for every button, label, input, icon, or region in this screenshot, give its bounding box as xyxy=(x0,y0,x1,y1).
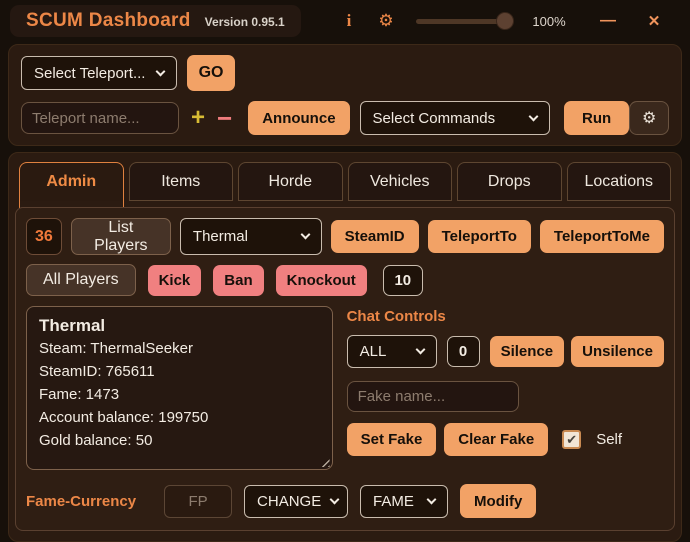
fame-type-value: FAME xyxy=(373,492,414,510)
admin-tab-content: 36 List Players Thermal SteamID Teleport… xyxy=(15,207,675,531)
commands-select-value: Select Commands xyxy=(372,109,496,127)
version-label: Version 0.95.1 xyxy=(204,15,285,29)
all-players-button[interactable]: All Players xyxy=(26,264,136,296)
zoom-percentage: 100% xyxy=(532,13,566,29)
info-icon[interactable]: i xyxy=(332,11,366,31)
player-info-line: Gold balance: 50 xyxy=(39,432,153,449)
title-bar: SCUM Dashboard Version 0.95.1 i ⚙ 100% —… xyxy=(0,0,690,42)
teleport-to-me-button[interactable]: TeleportToMe xyxy=(539,220,664,253)
player-select[interactable]: Thermal xyxy=(179,218,322,255)
set-fake-button[interactable]: Set Fake xyxy=(346,423,437,456)
close-button[interactable]: ✕ xyxy=(632,12,676,30)
zoom-slider-thumb[interactable] xyxy=(496,12,514,30)
zoom-slider[interactable] xyxy=(416,12,514,30)
tab-locations[interactable]: Locations xyxy=(566,162,671,201)
tab-drops[interactable]: Drops xyxy=(457,162,562,201)
self-checkbox-label: Self xyxy=(596,431,623,448)
tab-admin[interactable]: Admin xyxy=(19,162,124,208)
player-info-line: Account balance: 199750 xyxy=(39,409,209,426)
chat-channel-value: ALL xyxy=(359,343,387,360)
commands-select[interactable]: Select Commands xyxy=(359,101,550,135)
player-info-textarea[interactable]: Thermal Steam: ThermalSeeker SteamID: 76… xyxy=(26,306,333,470)
player-name: Thermal xyxy=(39,316,106,335)
teleport-select-value: Select Teleport... xyxy=(34,64,146,82)
list-players-button[interactable]: List Players xyxy=(70,218,171,255)
fame-action-value: CHANGE xyxy=(257,492,322,510)
remove-teleport-icon[interactable]: − xyxy=(217,105,232,131)
run-button[interactable]: Run xyxy=(563,101,630,135)
command-settings-button[interactable]: ⚙ xyxy=(629,101,669,135)
chat-channel-select[interactable]: ALL xyxy=(346,335,437,368)
check-icon: ✔ xyxy=(566,431,578,447)
fame-action-select[interactable]: CHANGE xyxy=(244,484,349,518)
silence-button[interactable]: Silence xyxy=(489,336,565,367)
knockout-duration-value[interactable]: 10 xyxy=(382,264,423,296)
gear-icon: ⚙ xyxy=(642,110,657,127)
chevron-down-icon xyxy=(415,344,426,355)
player-count: 36 xyxy=(26,218,62,255)
tab-horde[interactable]: Horde xyxy=(238,162,343,201)
player-select-value: Thermal xyxy=(192,228,248,245)
minimize-button[interactable]: — xyxy=(586,12,630,30)
unsilence-button[interactable]: Unsilence xyxy=(571,336,664,367)
player-info-line: Steam: ThermalSeeker xyxy=(39,340,193,357)
self-checkbox[interactable]: ✔ xyxy=(562,430,582,449)
tab-strip: Admin Items Horde Vehicles Drops Locatio… xyxy=(15,162,675,208)
chevron-down-icon xyxy=(426,494,437,504)
chevron-down-icon xyxy=(155,66,166,76)
chevron-down-icon xyxy=(300,229,311,240)
chevron-down-icon xyxy=(329,494,340,504)
ban-button[interactable]: Ban xyxy=(213,264,264,296)
fp-amount-input[interactable] xyxy=(164,484,233,518)
tab-items[interactable]: Items xyxy=(128,162,233,201)
app-title: SCUM Dashboard xyxy=(26,10,191,31)
player-info-line: SteamID: 765611 xyxy=(39,363,155,380)
clear-fake-button[interactable]: Clear Fake xyxy=(444,423,549,456)
fame-type-select[interactable]: FAME xyxy=(360,484,449,518)
announce-button[interactable]: Announce xyxy=(248,101,350,135)
teleport-to-button[interactable]: TeleportTo xyxy=(427,220,531,253)
titlebar-controls: i ⚙ 100% — ✕ xyxy=(332,11,676,31)
modify-button[interactable]: Modify xyxy=(460,484,537,518)
player-info-line: Fame: 1473 xyxy=(39,386,120,403)
teleport-command-panel: Select Teleport... GO + − Announce Selec… xyxy=(8,44,682,146)
fame-currency-heading: Fame-Currency xyxy=(26,492,137,510)
add-teleport-icon[interactable]: + xyxy=(191,106,205,130)
fame-currency-section: Fame-Currency CHANGE FAME Modify xyxy=(26,484,664,518)
fake-name-input[interactable] xyxy=(346,381,519,412)
steamid-button[interactable]: SteamID xyxy=(330,220,419,253)
tab-vehicles[interactable]: Vehicles xyxy=(347,162,452,201)
go-button[interactable]: GO xyxy=(187,55,235,91)
chevron-down-icon xyxy=(528,111,539,121)
teleport-select[interactable]: Select Teleport... xyxy=(21,56,177,90)
chat-controls-section: Chat Controls ALL 0 Silence Unsilence Se… xyxy=(333,306,664,470)
main-panel: Admin Items Horde Vehicles Drops Locatio… xyxy=(8,152,682,542)
chat-controls-heading: Chat Controls xyxy=(346,308,446,325)
settings-gear-icon[interactable]: ⚙ xyxy=(366,11,406,31)
knockout-button[interactable]: Knockout xyxy=(275,264,367,296)
teleport-name-input[interactable] xyxy=(21,102,179,134)
title-badge: SCUM Dashboard Version 0.95.1 xyxy=(10,5,301,37)
kick-button[interactable]: Kick xyxy=(147,264,202,296)
silence-duration-value[interactable]: 0 xyxy=(446,336,480,367)
